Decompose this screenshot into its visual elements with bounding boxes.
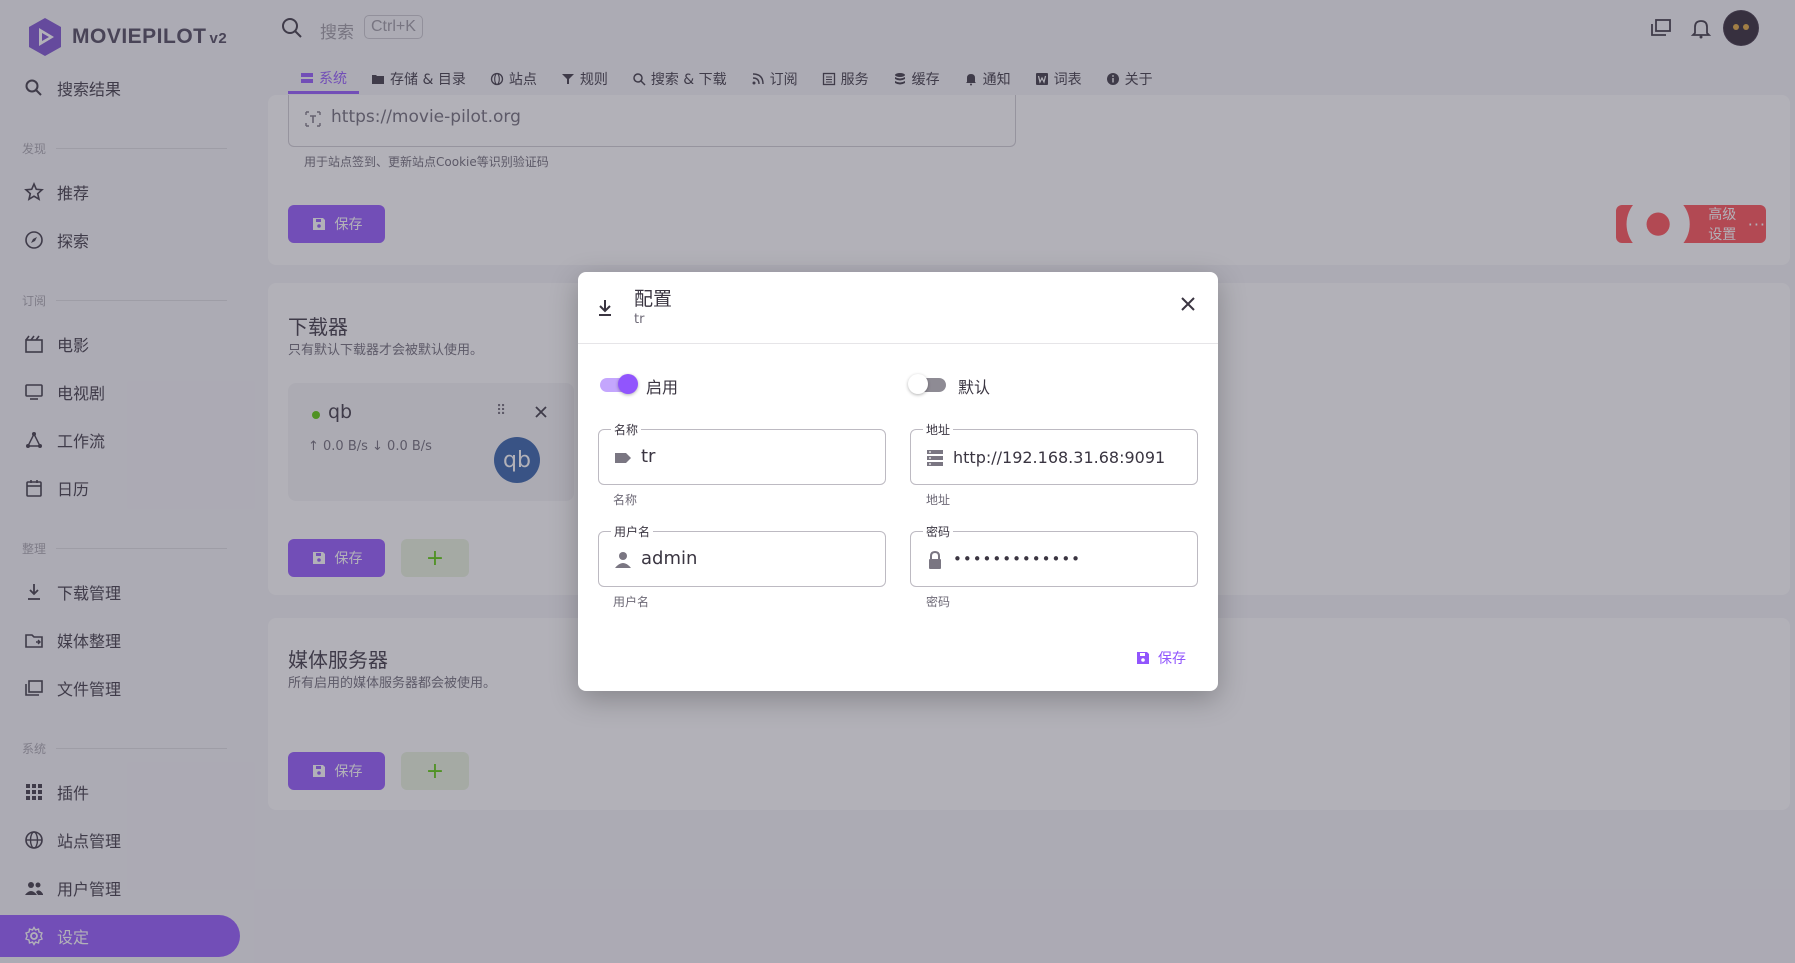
host-field-label: 地址 bbox=[923, 421, 954, 438]
downloader-config-dialog: 配置 tr 启用 默认 名称 tr 名称 地址 http://192.168.3… bbox=[578, 272, 1218, 691]
close-icon[interactable] bbox=[1178, 294, 1198, 314]
user-icon bbox=[615, 552, 631, 568]
host-field-value: http://192.168.31.68:9091 bbox=[953, 448, 1166, 467]
tag-icon bbox=[615, 453, 631, 463]
host-field[interactable]: 地址 http://192.168.31.68:9091 bbox=[910, 421, 1198, 485]
dialog-save-button[interactable]: 保存 bbox=[1135, 648, 1186, 668]
username-field[interactable]: 用户名 admin bbox=[598, 523, 886, 587]
name-field[interactable]: 名称 tr bbox=[598, 421, 886, 485]
default-toggle[interactable] bbox=[908, 372, 948, 396]
password-field-label: 密码 bbox=[923, 523, 954, 540]
name-field-label: 名称 bbox=[611, 421, 642, 438]
dialog-subtitle: tr bbox=[634, 312, 645, 327]
host-field-hint: 地址 bbox=[926, 493, 951, 507]
server-icon bbox=[927, 450, 943, 466]
password-field-value: ••••••••••••• bbox=[953, 550, 1082, 568]
username-field-label: 用户名 bbox=[611, 523, 654, 540]
save-icon bbox=[1137, 652, 1149, 664]
default-label: 默认 bbox=[958, 378, 991, 397]
password-field-hint: 密码 bbox=[926, 595, 951, 609]
password-field[interactable]: 密码 ••••••••••••• bbox=[910, 523, 1198, 587]
enable-label: 启用 bbox=[646, 378, 679, 397]
dialog-title: 配置 bbox=[634, 288, 673, 310]
username-field-hint: 用户名 bbox=[613, 595, 650, 609]
dialog-divider bbox=[578, 343, 1218, 344]
username-field-value: admin bbox=[641, 548, 698, 569]
download-icon bbox=[599, 300, 611, 316]
enable-toggle[interactable] bbox=[598, 372, 638, 396]
name-field-value: tr bbox=[641, 446, 656, 467]
lock-icon bbox=[929, 550, 941, 569]
name-field-hint: 名称 bbox=[613, 493, 638, 507]
